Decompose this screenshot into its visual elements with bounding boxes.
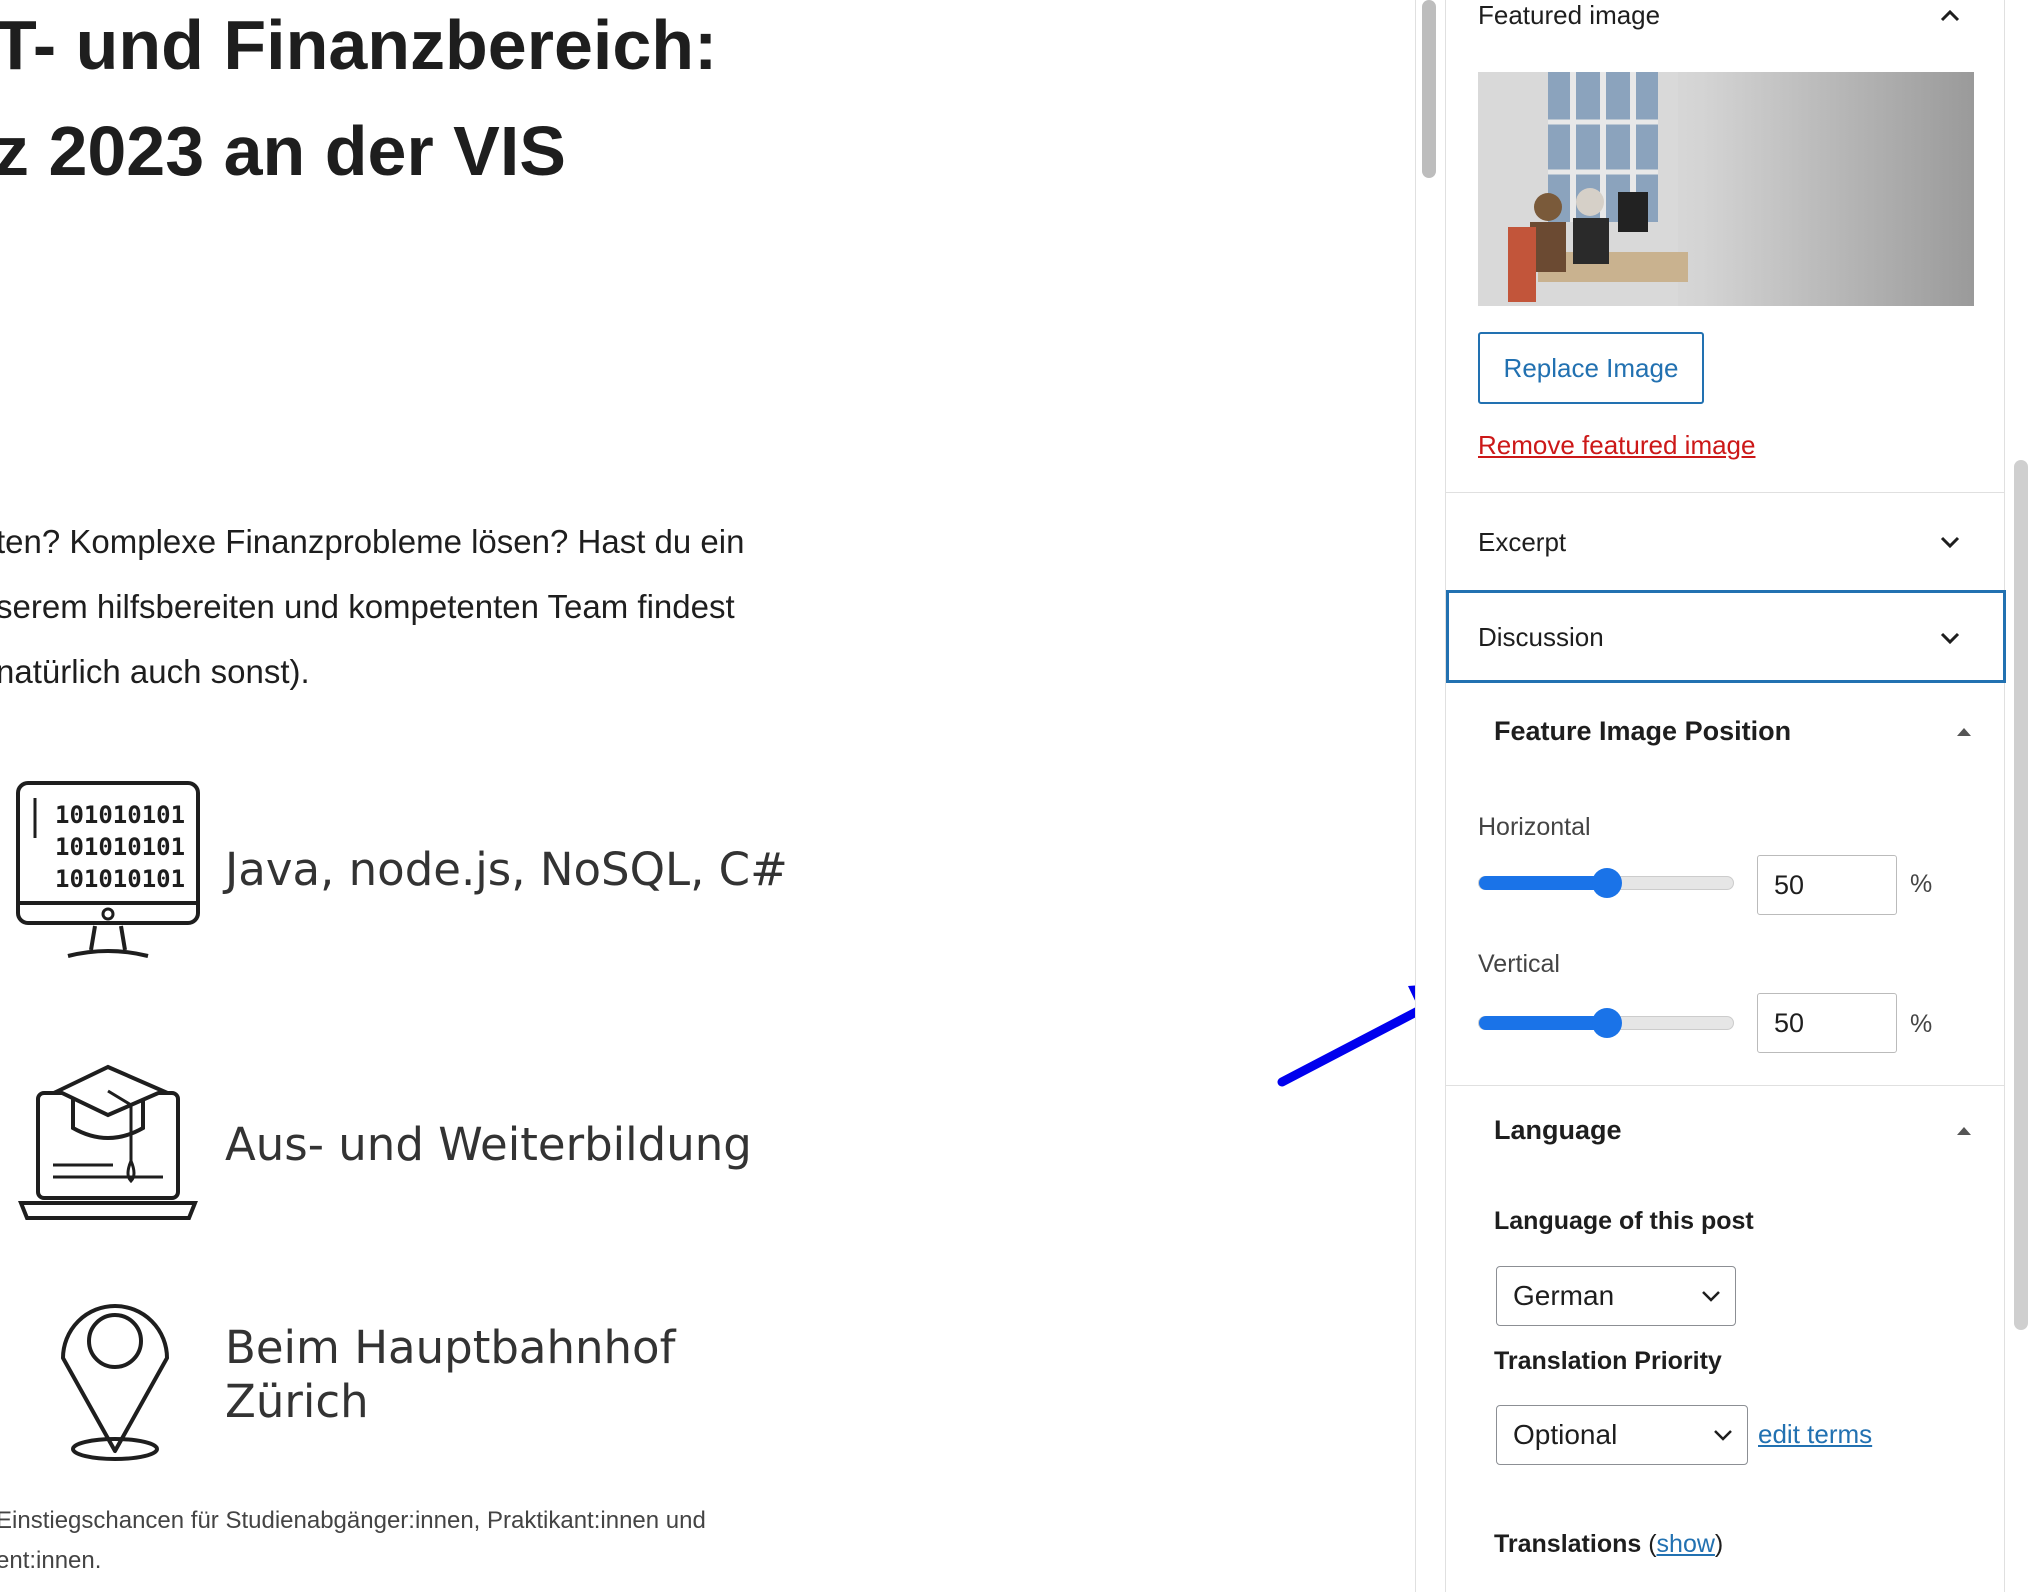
chevron-down-icon[interactable]	[1936, 528, 1964, 556]
discussion-panel-title[interactable]: Discussion	[1478, 622, 1604, 653]
featured-image-title[interactable]: Featured image	[1478, 0, 1660, 31]
horizontal-unit: %	[1910, 870, 1933, 898]
vertical-slider[interactable]	[1478, 1008, 1734, 1038]
translation-priority-value: Optional	[1513, 1419, 1618, 1450]
translations-close-paren: )	[1714, 1530, 1724, 1558]
horizontal-value-input[interactable]: 50	[1757, 855, 1897, 915]
translations-row: Translations (show)	[1494, 1530, 1723, 1559]
triangle-up-icon[interactable]	[1950, 1117, 1978, 1145]
remove-featured-image-link[interactable]: Remove featured image	[1478, 430, 1755, 461]
image-caption-line-1[interactable]: Einstiegschancen für Studienabgänger:inn…	[0, 1507, 706, 1535]
feature-image-position-title[interactable]: Feature Image Position	[1494, 716, 1791, 747]
horizontal-slider[interactable]	[1478, 868, 1734, 898]
annotation-arrow-icon	[1277, 985, 1415, 1087]
featured-image-thumbnail[interactable]	[1478, 72, 1974, 306]
edit-terms-link[interactable]: edit terms	[1758, 1419, 1872, 1450]
vertical-slider-thumb[interactable]	[1592, 1008, 1622, 1038]
language-of-post-label: Language of this post	[1494, 1207, 1754, 1235]
chevron-down-icon	[1714, 1430, 1732, 1441]
post-language-select[interactable]: German	[1496, 1266, 1736, 1326]
excerpt-panel-title[interactable]: Excerpt	[1478, 527, 1566, 558]
triangle-up-icon[interactable]	[1950, 718, 1978, 746]
image-caption-line-2[interactable]: ent:innen.	[0, 1547, 101, 1575]
language-panel-title[interactable]: Language	[1494, 1115, 1622, 1146]
divider	[1446, 492, 2004, 493]
horizontal-label: Horizontal	[1478, 813, 1591, 841]
chevron-down-icon	[1702, 1291, 1720, 1302]
editor-canvas: T- und Finanzbereich: z 2023 an der VIS …	[0, 0, 1415, 1592]
binary-line-1: 101010101	[55, 801, 185, 829]
horizontal-slider-thumb[interactable]	[1592, 868, 1622, 898]
chevron-down-icon[interactable]	[1936, 624, 1964, 652]
translations-open-paren: (	[1648, 1530, 1657, 1558]
vertical-slider-fill	[1479, 1016, 1606, 1030]
binary-line-3: 101010101	[55, 865, 185, 893]
horizontal-slider-fill	[1479, 876, 1606, 890]
translation-priority-select[interactable]: Optional	[1496, 1405, 1748, 1465]
translation-priority-label: Translation Priority	[1494, 1347, 1722, 1375]
editor-scrollbar[interactable]	[1422, 0, 1436, 178]
feature-location: Beim Hauptbahnhof Zürich	[10, 1280, 675, 1470]
binary-line-2: 101010101	[55, 833, 185, 861]
laptop-graduation-cap-icon	[10, 1050, 205, 1240]
feature-text-location: Beim Hauptbahnhof Zürich	[225, 1321, 675, 1429]
map-pin-icon	[10, 1280, 205, 1470]
vertical-value-input[interactable]: 50	[1757, 993, 1897, 1053]
translations-show-link[interactable]: show	[1657, 1530, 1715, 1558]
location-line-1: Beim Hauptbahnhof	[225, 1321, 676, 1374]
divider	[1446, 1085, 2004, 1086]
feature-text-education: Aus- und Weiterbildung	[225, 1118, 752, 1171]
replace-image-button[interactable]: Replace Image	[1478, 332, 1704, 404]
feature-tech-stack: 101010101 101010101 101010101 Java, node…	[10, 775, 788, 965]
translations-label: Translations	[1494, 1530, 1642, 1558]
sidebar-scrollbar[interactable]	[2014, 460, 2028, 1330]
paragraph-line-1[interactable]: ten? Komplexe Finanzprobleme lösen? Hast…	[0, 522, 744, 562]
location-line-2: Zürich	[225, 1375, 369, 1428]
computer-binary-icon: 101010101 101010101 101010101	[10, 775, 205, 965]
feature-text-tech: Java, node.js, NoSQL, C#	[225, 843, 788, 896]
post-title-line-2[interactable]: z 2023 an der VIS	[0, 116, 566, 186]
feature-education: Aus- und Weiterbildung	[10, 1050, 752, 1240]
paragraph-line-3[interactable]: natürlich auch sonst).	[0, 652, 310, 692]
vertical-unit: %	[1910, 1010, 1933, 1038]
post-language-value: German	[1513, 1280, 1615, 1311]
paragraph-line-2[interactable]: serem hilfsbereiten und kompetenten Team…	[0, 587, 735, 627]
vertical-label: Vertical	[1478, 950, 1560, 978]
chevron-up-icon[interactable]	[1936, 2, 1964, 30]
post-title-line-1[interactable]: T- und Finanzbereich:	[0, 10, 717, 80]
